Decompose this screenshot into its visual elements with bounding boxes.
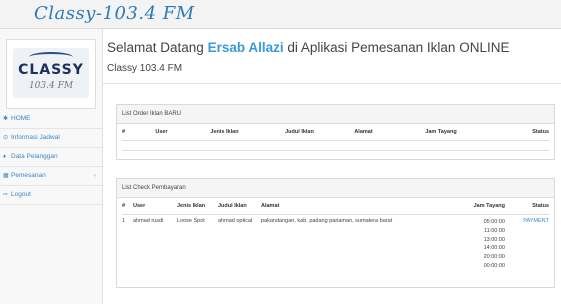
sidebar-item-label: HOME <box>11 115 31 122</box>
header-divider <box>103 83 561 84</box>
sidebar-item-label: Logout <box>11 191 31 198</box>
order-table-header: # User Jenis Iklan Judul Iklan Alamat Ja… <box>122 124 549 141</box>
payment-table: # User Jenis Iklan Judul Iklan Alamat Ja… <box>122 198 549 271</box>
column-header: Jam Tayang <box>393 124 489 141</box>
column-header: User <box>139 124 184 141</box>
cell-judul-iklan: ahmad optical <box>218 218 253 224</box>
user-name: Ersab Allazi <box>207 40 284 55</box>
cell-alamat: pakandangan, kab. padang pariaman, sumat… <box>261 218 393 224</box>
column-header: # <box>122 124 139 141</box>
order-panel-title: List Order Iklan BARU <box>117 105 554 124</box>
time-slot: 14:00:00 <box>483 245 505 252</box>
column-header: Judul Iklan <box>218 198 261 215</box>
welcome-suffix: di Aplikasi Pemesanan Iklan ONLINE <box>283 40 510 55</box>
home-icon: ✱ <box>3 116 9 122</box>
time-slot: 05:00:00 <box>483 219 505 225</box>
order-table: # User Jenis Iklan Judul Iklan Alamat Ja… <box>122 124 549 151</box>
sidebar-item-pemesanan[interactable]: ▦ Pemesanan ‹ <box>0 167 102 186</box>
logout-icon: ⇨ <box>3 192 9 198</box>
time-slot: 00:00:00 <box>483 262 505 269</box>
payment-table-header: # User Jenis Iklan Judul Iklan Alamat Ja… <box>122 198 549 215</box>
time-slot: 20:00:00 <box>483 254 505 261</box>
sidebar-item-informasi-jadwal[interactable]: ⊙ Informasi Jadwal <box>0 129 102 148</box>
time-slot: 13:00:00 <box>483 236 505 243</box>
column-header: Alamat <box>261 198 440 215</box>
top-bar: Classy-103.4 FM <box>0 0 561 29</box>
station-logo: CLASSY 103.4 FM <box>6 39 96 109</box>
column-header: # <box>122 198 133 215</box>
sidebar-nav: ✱ HOME ⊙ Informasi Jadwal ♦ Data Pelanggan … <box>0 110 102 205</box>
sidebar-item-home[interactable]: ✱ HOME <box>0 110 102 129</box>
sidebar-item-data-pelanggan[interactable]: ♦ Data Pelanggan <box>0 148 102 167</box>
calendar-icon: ▦ <box>3 173 9 179</box>
cell-jenis-iklan: Loose Spot <box>177 218 205 224</box>
welcome-prefix: Selamat Datang <box>107 40 208 55</box>
order-panel: List Order Iklan BARU # User Jenis Iklan… <box>116 104 555 160</box>
column-header: Alamat <box>334 124 393 141</box>
sidebar-item-label: Informasi Jadwal <box>11 134 60 141</box>
table-row: 1 ahmad rusdi Loose Spot ahmad optical p… <box>122 215 549 271</box>
logo-panel: CLASSY 103.4 FM <box>13 48 89 98</box>
page-subtitle: Classy 103.4 FM <box>107 63 183 74</box>
column-header: Judul Iklan <box>265 124 334 141</box>
time-slot: 11:00:00 <box>483 227 505 234</box>
payment-panel-title: List Check Pembayaran <box>117 179 554 198</box>
cell-user: ahmad rusdi <box>133 218 164 224</box>
column-header: Status <box>505 198 549 215</box>
empty-row <box>122 140 549 151</box>
page-title: Selamat Datang Ersab Allazi di Aplikasi … <box>107 40 509 55</box>
column-header: Status <box>489 124 549 141</box>
clock-icon: ⊙ <box>3 135 9 141</box>
sidebar-item-logout[interactable]: ⇨ Logout <box>0 186 102 205</box>
logo-swoosh-icon <box>29 52 73 62</box>
column-header: Jenis Iklan <box>177 198 218 215</box>
cell-jam-tayang: 05:00:00 11:00:00 13:00:00 14:00:00 20:0… <box>440 215 505 271</box>
payment-panel: List Check Pembayaran # User Jenis Iklan… <box>116 178 555 288</box>
sidebar-item-label: Pemesanan <box>11 172 46 179</box>
sidebar: CLASSY 103.4 FM ✱ HOME ⊙ Informasi Jadwal … <box>0 29 103 304</box>
column-header: Jam Tayang <box>440 198 505 215</box>
brand-title[interactable]: Classy-103.4 FM <box>34 3 195 24</box>
logo-text: CLASSY <box>18 62 84 78</box>
column-header: User <box>133 198 177 215</box>
chevron-left-icon: ‹ <box>94 173 96 179</box>
payment-status-link[interactable]: PAYMENT <box>523 218 549 224</box>
person-icon: ♦ <box>3 154 7 160</box>
logo-subtext: 103.4 FM <box>28 81 74 91</box>
sidebar-item-label: Data Pelanggan <box>11 153 58 160</box>
cell-status: PAYMENT <box>505 215 549 271</box>
column-header: Jenis Iklan <box>184 124 265 141</box>
row-number: 1 <box>122 218 126 224</box>
